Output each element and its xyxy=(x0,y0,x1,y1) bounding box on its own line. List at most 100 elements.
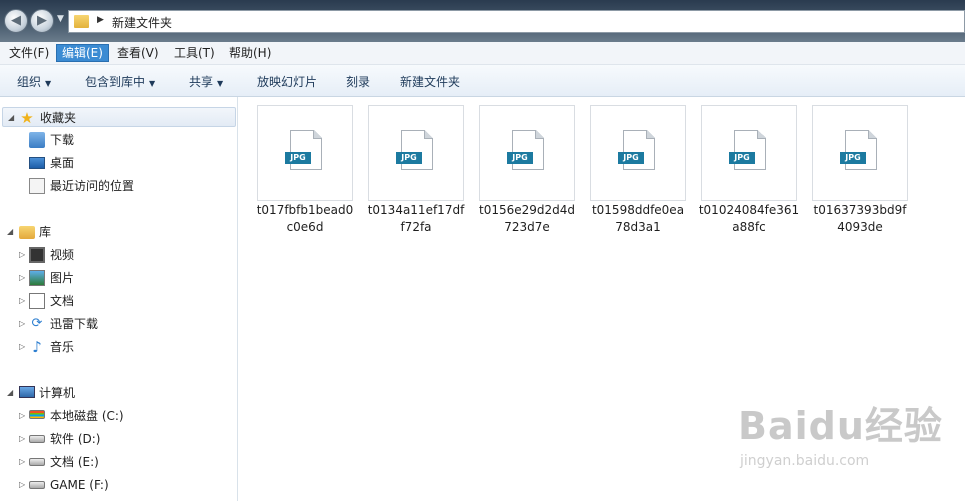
expand-triangle-icon[interactable]: ▷ xyxy=(19,245,25,265)
system-drive-icon xyxy=(29,410,45,419)
organize-button[interactable]: 组织 ▼ xyxy=(17,73,51,90)
file-name-line: 78d3a1 xyxy=(615,220,661,234)
breadcrumb-arrow-icon[interactable]: ▶ xyxy=(97,15,104,25)
forward-arrow-icon: ▶ xyxy=(37,13,47,28)
menu-bar: 文件(F) 编辑(E) 查看(V) 工具(T) 帮助(H) xyxy=(0,42,965,65)
file-name-line: t0156e29d2d4d xyxy=(478,203,576,217)
nav-item-desktop[interactable]: 桌面 xyxy=(0,153,236,173)
collapse-triangle-icon[interactable]: ◢ xyxy=(7,222,13,242)
file-tile[interactable]: JPG xyxy=(590,105,686,201)
nav-favorites-label: 收藏夹 xyxy=(40,111,77,125)
nav-item-drive-e[interactable]: ▷ 文档 (E:) xyxy=(0,452,236,472)
nav-item-music[interactable]: ▷ ♪ 音乐 xyxy=(0,337,236,357)
expand-triangle-icon[interactable]: ▷ xyxy=(19,314,25,334)
nav-item-documents[interactable]: ▷ 文档 xyxy=(0,291,236,311)
burn-button[interactable]: 刻录 xyxy=(346,73,370,90)
file-name[interactable]: t0156e29d2d4d 723d7e xyxy=(472,202,582,236)
collapse-triangle-icon[interactable]: ◢ xyxy=(8,108,14,128)
title-bar: ◀ ▶ ▼ ▶ 新建文件夹 xyxy=(0,0,965,42)
jpg-file-icon: JPG xyxy=(285,130,322,170)
file-name-line: t017fbfb1bead0 xyxy=(256,203,354,217)
nav-computer[interactable]: ◢ 计算机 xyxy=(2,383,236,403)
nav-computer-label: 计算机 xyxy=(39,386,76,400)
file-name-line: a88fc xyxy=(732,220,766,234)
expand-triangle-icon[interactable]: ▷ xyxy=(19,291,25,311)
nav-item-label: GAME (F:) xyxy=(50,478,109,492)
nav-item-drive-f[interactable]: ▷ GAME (F:) xyxy=(0,475,236,495)
file-name-line: t0134a11ef17df xyxy=(367,203,465,217)
file-tile[interactable]: JPG xyxy=(812,105,908,201)
include-in-library-button[interactable]: 包含到库中 ▼ xyxy=(85,73,155,90)
share-label: 共享 xyxy=(189,75,214,89)
nav-item-downloads[interactable]: 下载 xyxy=(0,130,236,150)
back-button[interactable]: ◀ xyxy=(4,9,28,33)
menu-file[interactable]: 文件(F) xyxy=(4,44,54,62)
slideshow-button[interactable]: 放映幻灯片 xyxy=(257,73,317,90)
chevron-down-icon: ▼ xyxy=(149,79,156,88)
nav-item-drive-c[interactable]: ▷ 本地磁盘 (C:) xyxy=(0,406,236,426)
expand-triangle-icon[interactable]: ▷ xyxy=(19,452,25,472)
baidu-jingyan-watermark: Baidu经验 jingyan.baidu.com xyxy=(738,395,943,469)
nav-libraries[interactable]: ◢ 库 xyxy=(2,222,236,242)
nav-item-label: 视频 xyxy=(50,248,75,262)
file-name-line: 4093de xyxy=(837,220,883,234)
chevron-down-icon: ▼ xyxy=(217,79,224,88)
expand-triangle-icon[interactable]: ▷ xyxy=(19,406,25,426)
file-name-line: t01637393bd9f xyxy=(813,203,907,217)
new-folder-button[interactable]: 新建文件夹 xyxy=(400,73,460,90)
share-button[interactable]: 共享 ▼ xyxy=(189,73,223,90)
nav-item-label: 本地磁盘 (C:) xyxy=(50,409,124,423)
jpg-badge: JPG xyxy=(618,152,644,164)
nav-favorites[interactable]: ◢ ★ 收藏夹 xyxy=(2,107,236,127)
address-bar[interactable]: ▶ 新建文件夹 xyxy=(68,10,965,33)
menu-view[interactable]: 查看(V) xyxy=(112,44,164,62)
file-name[interactable]: t0134a11ef17df f72fa xyxy=(361,202,471,236)
file-tile[interactable]: JPG xyxy=(257,105,353,201)
jpg-badge: JPG xyxy=(840,152,866,164)
nav-item-drive-d[interactable]: ▷ 软件 (D:) xyxy=(0,429,236,449)
file-name[interactable]: t017fbfb1bead0 c0e6d xyxy=(250,202,360,236)
chevron-down-icon: ▼ xyxy=(45,79,52,88)
drive-icon xyxy=(29,458,45,466)
expand-triangle-icon[interactable]: ▷ xyxy=(19,268,25,288)
file-tile[interactable]: JPG xyxy=(701,105,797,201)
expand-triangle-icon[interactable]: ▷ xyxy=(19,429,25,449)
nav-item-pictures[interactable]: ▷ 图片 xyxy=(0,268,236,288)
nav-item-recent-places[interactable]: 最近访问的位置 xyxy=(0,176,236,196)
nav-item-label: 音乐 xyxy=(50,340,75,354)
pictures-icon xyxy=(29,270,45,286)
file-tile[interactable]: JPG xyxy=(479,105,575,201)
drive-icon xyxy=(29,481,45,489)
expand-triangle-icon[interactable]: ▷ xyxy=(19,337,25,357)
nav-item-label: 最近访问的位置 xyxy=(50,179,135,193)
downloads-folder-icon xyxy=(29,132,45,148)
recent-pages-dropdown[interactable]: ▼ xyxy=(57,14,64,24)
forward-button[interactable]: ▶ xyxy=(30,9,54,33)
nav-item-label: 文档 xyxy=(50,294,75,308)
xunlei-icon: ⟳ xyxy=(31,316,43,331)
watermark-logo: Baidu经验 xyxy=(738,404,943,448)
jpg-file-icon: JPG xyxy=(396,130,433,170)
jpg-file-icon: JPG xyxy=(840,130,877,170)
organize-label: 组织 xyxy=(17,75,42,89)
file-name[interactable]: t01637393bd9f 4093de xyxy=(805,202,915,236)
star-icon: ★ xyxy=(20,109,34,127)
file-name-line: t01024084fe361 xyxy=(698,203,800,217)
nav-item-videos[interactable]: ▷ 视频 xyxy=(0,245,236,265)
breadcrumb-current[interactable]: 新建文件夹 xyxy=(112,14,172,31)
command-bar: 组织 ▼ 包含到库中 ▼ 共享 ▼ 放映幻灯片 刻录 新建文件夹 xyxy=(0,65,965,97)
collapse-triangle-icon[interactable]: ◢ xyxy=(7,383,13,403)
menu-edit[interactable]: 编辑(E) xyxy=(56,44,109,62)
file-name-line: f72fa xyxy=(400,220,432,234)
file-tile[interactable]: JPG xyxy=(368,105,464,201)
nav-item-label: 图片 xyxy=(50,271,75,285)
menu-help[interactable]: 帮助(H) xyxy=(224,44,276,62)
file-name[interactable]: t01024084fe361 a88fc xyxy=(694,202,804,236)
file-name[interactable]: t01598ddfe0ea 78d3a1 xyxy=(583,202,693,236)
video-icon xyxy=(29,247,45,263)
file-name-line: 723d7e xyxy=(504,220,550,234)
expand-triangle-icon[interactable]: ▷ xyxy=(19,475,25,495)
menu-tools[interactable]: 工具(T) xyxy=(169,44,220,62)
nav-item-xunlei-downloads[interactable]: ▷ ⟳ 迅雷下载 xyxy=(0,314,236,334)
nav-libraries-label: 库 xyxy=(39,225,52,239)
